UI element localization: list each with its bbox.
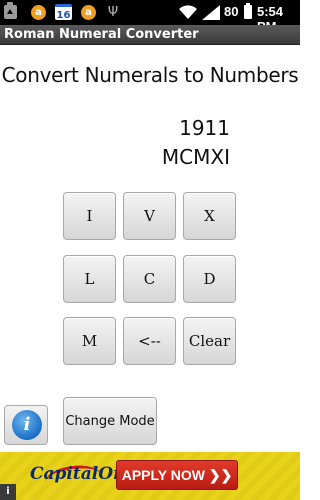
change-mode-button[interactable]: Change Mode [63,397,157,445]
numeral-input-display: MCMXI [161,145,230,169]
key-c-button[interactable]: C [123,255,176,303]
mode-heading: Convert Numerals to Numbers [1,63,299,87]
battery-icon [244,3,252,19]
key-i-button[interactable]: I [63,192,116,240]
app-notification-icon: a [31,5,46,20]
app-title-bar: Roman Numeral Converter [0,25,300,45]
app-title: Roman Numeral Converter [4,27,199,42]
key-v-button[interactable]: V [123,192,176,240]
info-icon: i [12,410,42,440]
usb-icon: Ψ [107,5,119,20]
signal-icon [202,5,220,20]
ad-info-icon[interactable]: i [0,484,16,500]
key-m-button[interactable]: M [63,317,116,365]
upload-icon [4,2,17,19]
app-notification-icon: a [81,5,96,20]
wifi-icon [179,5,197,20]
result-number: 1911 [179,116,230,140]
apply-now-button[interactable]: APPLY NOW ❯❯ [116,460,238,490]
key-d-button[interactable]: D [183,255,236,303]
calendar-icon: 16 [55,4,72,21]
battery-percent: 80 [224,4,239,19]
info-button[interactable]: i [4,405,48,445]
backspace-button[interactable]: <-- [123,317,176,365]
key-x-button[interactable]: X [183,192,236,240]
key-l-button[interactable]: L [63,255,116,303]
status-bar: a 16 a Ψ 80 5:54 PM [0,0,300,34]
clear-button[interactable]: Clear [183,317,236,365]
